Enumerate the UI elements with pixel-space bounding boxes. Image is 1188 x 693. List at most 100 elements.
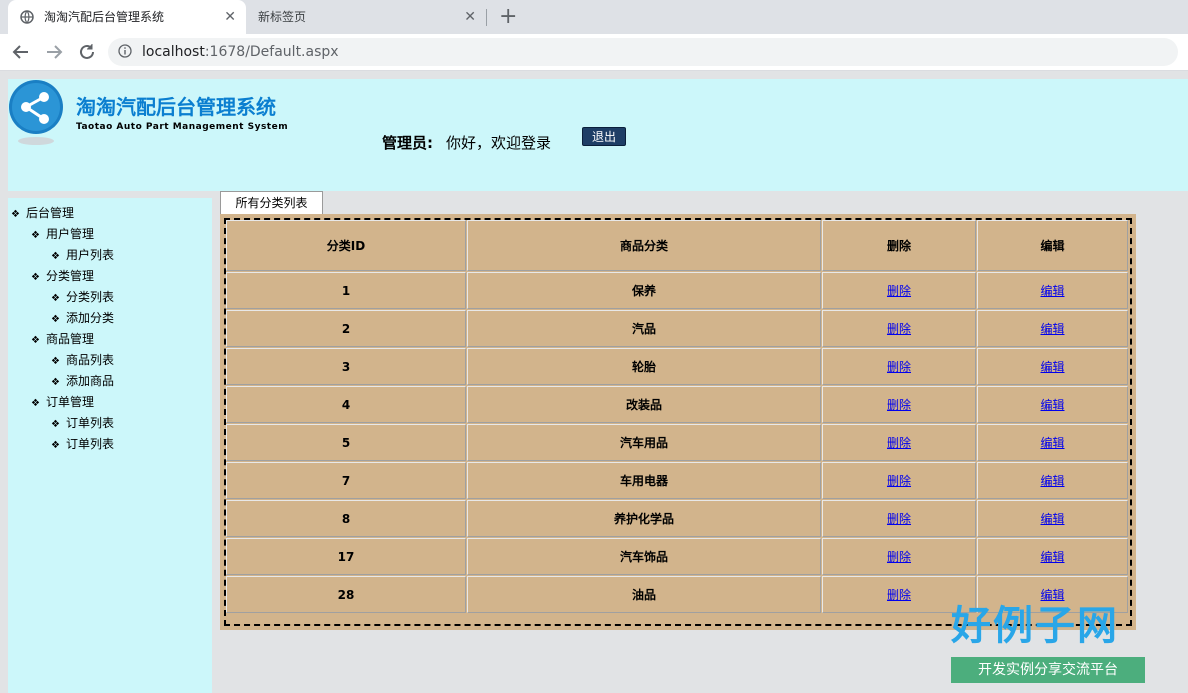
edit-link[interactable]: 编辑 xyxy=(1040,322,1064,336)
tab-title: 新标签页 xyxy=(258,10,307,24)
edit-link[interactable]: 编辑 xyxy=(1040,360,1064,374)
menu-root[interactable]: ❖ 后台管理 xyxy=(11,204,74,221)
cell-delete: 删除 xyxy=(822,462,976,499)
table-header-row: 分类ID 商品分类 删除 编辑 xyxy=(226,220,1128,271)
column-header-category: 商品分类 xyxy=(467,220,821,271)
system-title: 淘淘汽配后台管理系统 xyxy=(76,95,276,119)
site-header: 淘淘汽配后台管理系统 Taotao Auto Part Management S… xyxy=(8,79,1188,191)
menu-group-label: 商品管理 xyxy=(45,332,94,346)
menu-item-order-list-2[interactable]: ❖ 订单列表 xyxy=(51,435,114,452)
watermark-brand: 好例子网 xyxy=(951,603,1119,649)
cell-id: 8 xyxy=(226,500,466,537)
menu-group-products[interactable]: ❖ 商品管理 xyxy=(31,330,94,347)
cell-edit: 编辑 xyxy=(977,462,1128,499)
delete-link[interactable]: 删除 xyxy=(887,512,911,526)
tab-close-icon[interactable]: ✕ xyxy=(224,0,236,34)
delete-link[interactable]: 删除 xyxy=(887,436,911,450)
menu-item-add-product[interactable]: ❖ 添加商品 xyxy=(51,372,114,389)
cell-delete: 删除 xyxy=(822,386,976,423)
delete-link[interactable]: 删除 xyxy=(887,474,911,488)
edit-link[interactable]: 编辑 xyxy=(1040,398,1064,412)
menu-group-label: 订单管理 xyxy=(45,395,94,409)
table-row: 7 车用电器 删除 编辑 xyxy=(226,462,1128,499)
menu-item-add-category[interactable]: ❖ 添加分类 xyxy=(51,309,114,326)
cell-id: 1 xyxy=(226,272,466,309)
delete-link[interactable]: 删除 xyxy=(887,398,911,412)
menu-group-categories[interactable]: ❖ 分类管理 xyxy=(31,267,94,284)
info-icon[interactable] xyxy=(118,44,132,58)
sidebar-menu: ❖ 后台管理 ❖ 用户管理 ❖ 用户列表 ❖ 分类管理 ❖ 分类列表 ❖ 添加分类 ❖ 商品管… xyxy=(8,198,212,693)
reload-icon[interactable] xyxy=(78,43,96,61)
admin-greeting: 你好，欢迎登录 xyxy=(446,134,552,152)
cell-category: 车用电器 xyxy=(467,462,821,499)
edit-link[interactable]: 编辑 xyxy=(1040,588,1064,602)
cell-id: 4 xyxy=(226,386,466,423)
cell-category: 汽车饰品 xyxy=(467,538,821,575)
menu-item-product-list[interactable]: ❖ 商品列表 xyxy=(51,351,114,368)
diamond-bullet-icon: ❖ xyxy=(51,293,60,304)
diamond-bullet-icon: ❖ xyxy=(31,335,40,346)
cell-edit: 编辑 xyxy=(977,538,1128,575)
cell-category: 油品 xyxy=(467,576,821,613)
cell-delete: 删除 xyxy=(822,310,976,347)
url-path: :1678/Default.aspx xyxy=(204,44,339,60)
edit-link[interactable]: 编辑 xyxy=(1040,512,1064,526)
diamond-bullet-icon: ❖ xyxy=(51,419,60,430)
delete-link[interactable]: 删除 xyxy=(887,588,911,602)
menu-item-label: 分类列表 xyxy=(65,290,114,304)
cell-id: 7 xyxy=(226,462,466,499)
delete-link[interactable]: 删除 xyxy=(887,360,911,374)
new-tab-icon[interactable]: + xyxy=(499,2,517,32)
cell-category: 改装品 xyxy=(467,386,821,423)
logout-button[interactable]: 退出 xyxy=(582,127,626,146)
delete-link[interactable]: 删除 xyxy=(887,322,911,336)
forward-arrow-icon[interactable] xyxy=(45,43,63,61)
table-row: 17 汽车饰品 删除 编辑 xyxy=(226,538,1128,575)
diamond-bullet-icon: ❖ xyxy=(51,440,60,451)
edit-link[interactable]: 编辑 xyxy=(1040,474,1064,488)
menu-item-label: 用户列表 xyxy=(65,248,114,262)
column-header-delete: 删除 xyxy=(822,220,976,271)
category-grid-container: 分类ID 商品分类 删除 编辑 1 保养 删除 编辑 2 汽品 删除 编辑 3 … xyxy=(220,214,1136,630)
diamond-bullet-icon: ❖ xyxy=(51,356,60,367)
browser-tab-active[interactable]: 淘淘汽配后台管理系统 ✕ xyxy=(8,0,246,34)
menu-item-user-list[interactable]: ❖ 用户列表 xyxy=(51,246,114,263)
cell-edit: 编辑 xyxy=(977,424,1128,461)
cell-edit: 编辑 xyxy=(977,348,1128,385)
browser-tab-inactive[interactable]: 新标签页 ✕ xyxy=(246,0,486,34)
cell-category: 汽品 xyxy=(467,310,821,347)
table-row: 4 改装品 删除 编辑 xyxy=(226,386,1128,423)
column-header-edit: 编辑 xyxy=(977,220,1128,271)
tab-all-categories[interactable]: 所有分类列表 xyxy=(220,191,323,214)
address-bar[interactable]: localhost:1678/Default.aspx xyxy=(108,38,1178,66)
cell-delete: 删除 xyxy=(822,500,976,537)
cell-delete: 删除 xyxy=(822,538,976,575)
cell-id: 28 xyxy=(226,576,466,613)
cell-edit: 编辑 xyxy=(977,272,1128,309)
watermark-slogan: 开发实例分享交流平台 xyxy=(951,657,1145,683)
cell-category: 轮胎 xyxy=(467,348,821,385)
delete-link[interactable]: 删除 xyxy=(887,284,911,298)
menu-item-order-list[interactable]: ❖ 订单列表 xyxy=(51,414,114,431)
edit-link[interactable]: 编辑 xyxy=(1040,436,1064,450)
table-row: 2 汽品 删除 编辑 xyxy=(226,310,1128,347)
logo-icon xyxy=(9,80,63,145)
table-row: 1 保养 删除 编辑 xyxy=(226,272,1128,309)
cell-id: 3 xyxy=(226,348,466,385)
column-header-id: 分类ID xyxy=(226,220,466,271)
delete-link[interactable]: 删除 xyxy=(887,550,911,564)
diamond-bullet-icon: ❖ xyxy=(31,230,40,241)
tab-close-icon[interactable]: ✕ xyxy=(464,0,476,34)
menu-group-users[interactable]: ❖ 用户管理 xyxy=(31,225,94,242)
browser-tab-bar: 淘淘汽配后台管理系统 ✕ 新标签页 ✕ + xyxy=(0,0,1188,34)
edit-link[interactable]: 编辑 xyxy=(1040,284,1064,298)
tab-separator xyxy=(486,9,487,26)
edit-link[interactable]: 编辑 xyxy=(1040,550,1064,564)
diamond-bullet-icon: ❖ xyxy=(51,377,60,388)
back-arrow-icon[interactable] xyxy=(12,43,30,61)
menu-group-orders[interactable]: ❖ 订单管理 xyxy=(31,393,94,410)
page-body: 淘淘汽配后台管理系统 Taotao Auto Part Management S… xyxy=(0,71,1188,693)
menu-item-category-list[interactable]: ❖ 分类列表 xyxy=(51,288,114,305)
category-table: 分类ID 商品分类 删除 编辑 1 保养 删除 编辑 2 汽品 删除 编辑 3 … xyxy=(225,219,1129,614)
diamond-bullet-icon: ❖ xyxy=(11,209,20,220)
